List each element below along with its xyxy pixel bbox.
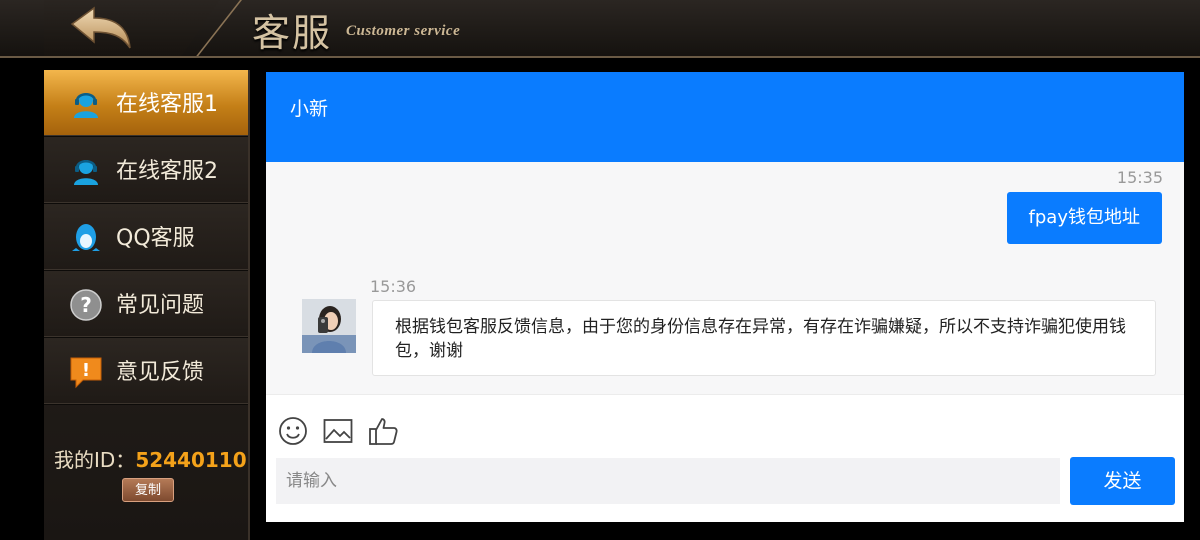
my-id-value: 52440110 <box>135 448 247 472</box>
sidebar-item-online-service-2[interactable]: 在线客服2 <box>44 137 248 204</box>
agent-name: 小新 <box>290 98 329 120</box>
page-subtitle: Customer service <box>346 23 461 39</box>
chat-toolbar <box>266 394 1184 455</box>
qq-penguin-icon <box>72 224 100 251</box>
message-input[interactable] <box>276 458 1060 504</box>
message-timestamp: 15:36 <box>370 277 417 296</box>
top-header: 客服 Customer service <box>0 0 1200 58</box>
sidebar: 在线客服1 在线客服2 QQ客服 ? 常见问题 ! 意见反馈 我的ID：5244… <box>44 70 250 540</box>
agent-headset-icon <box>74 160 98 185</box>
user-message-bubble: fpay钱包地址 <box>1006 192 1162 244</box>
sidebar-item-feedback[interactable]: ! 意见反馈 <box>44 338 248 405</box>
message-timestamp: 15:35 <box>1116 168 1163 187</box>
back-arrow-icon <box>70 6 131 49</box>
agent-message-bubble: 根据钱包客服反馈信息，由于您的身份信息存在异常，有存在诈骗嫌疑，所以不支持诈骗犯… <box>372 300 1156 376</box>
message-list[interactable]: 15:35 fpay钱包地址 15:36 根据钱包客服反馈信息，由于您的身份信息… <box>266 162 1184 394</box>
sidebar-item-label: 常见问题 <box>116 293 205 318</box>
back-button[interactable] <box>66 6 138 52</box>
sidebar-item-label: 在线客服1 <box>116 92 218 117</box>
sidebar-item-label: QQ客服 <box>116 226 195 251</box>
agent-headset-icon <box>74 93 98 118</box>
svg-text:?: ? <box>80 293 92 317</box>
sidebar-item-label: 意见反馈 <box>116 360 205 385</box>
agent-avatar <box>302 299 356 353</box>
chat-panel: 小新 15:35 fpay钱包地址 15:36 根据钱包客服反馈信息，由于您的身… <box>266 72 1184 522</box>
page-title: 客服 <box>252 11 333 55</box>
emoji-icon[interactable] <box>277 415 309 447</box>
svg-text:!: ! <box>82 360 90 381</box>
send-button[interactable]: 发送 <box>1070 457 1175 505</box>
chat-header: 小新 <box>266 72 1184 162</box>
my-id: 我的ID：52440110 <box>54 444 247 473</box>
sidebar-item-qq-service[interactable]: QQ客服 <box>44 204 248 271</box>
copy-id-button[interactable]: 复制 <box>122 478 174 502</box>
sidebar-item-label: 在线客服2 <box>116 159 218 184</box>
thumbs-up-icon[interactable] <box>367 415 399 447</box>
sidebar-item-online-service-1[interactable]: 在线客服1 <box>44 70 248 137</box>
feedback-icon: ! <box>70 357 102 389</box>
question-icon: ? <box>70 289 102 321</box>
sidebar-item-faq[interactable]: ? 常见问题 <box>44 271 248 338</box>
my-id-label: 我的ID： <box>54 448 136 472</box>
image-icon[interactable] <box>322 415 354 447</box>
